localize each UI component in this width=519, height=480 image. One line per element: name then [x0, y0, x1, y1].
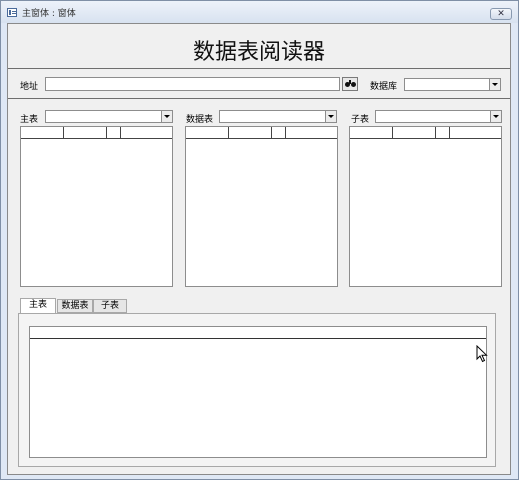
sub-table-select[interactable] [375, 110, 502, 123]
tab-data-table[interactable]: 数据表 [57, 299, 93, 313]
subform-grid[interactable] [29, 326, 487, 458]
chevron-down-icon[interactable] [489, 79, 500, 90]
title-bar: 主窗体 : 窗体 ✕ [1, 1, 518, 23]
form-icon [7, 8, 17, 17]
database-select[interactable] [404, 78, 501, 91]
form-window: 主窗体 : 窗体 ✕ 数据表阅读器 地址 数据库 主表 数据表 子表 主表 数据… [0, 0, 519, 480]
find-button[interactable] [342, 77, 358, 91]
tab-panel [18, 313, 496, 467]
main-table-list[interactable] [20, 126, 173, 287]
list-header [21, 127, 172, 139]
sub-table-label: 子表 [351, 115, 370, 125]
list-header [186, 127, 337, 139]
page-title: 数据表阅读器 [192, 40, 325, 65]
header-divider [8, 68, 510, 69]
chevron-down-icon[interactable] [161, 111, 172, 122]
main-table-select[interactable] [45, 110, 173, 123]
address-input[interactable] [45, 77, 340, 91]
subform-header [30, 327, 486, 339]
close-button[interactable]: ✕ [490, 8, 512, 20]
main-table-label: 主表 [20, 115, 39, 125]
mouse-pointer-icon [476, 345, 488, 363]
list-header [350, 127, 501, 139]
toolbar-divider [8, 98, 510, 99]
chevron-down-icon[interactable] [490, 111, 501, 122]
database-label: 数据库 [370, 82, 398, 92]
tab-sub-table[interactable]: 子表 [93, 299, 127, 313]
window-title: 主窗体 : 窗体 [22, 9, 76, 19]
form-body: 数据表阅读器 地址 数据库 主表 数据表 子表 主表 数据表 子表 [7, 23, 511, 475]
tab-main-table[interactable]: 主表 [20, 298, 56, 314]
data-table-select[interactable] [219, 110, 337, 123]
data-table-label: 数据表 [186, 115, 214, 125]
address-label: 地址 [20, 82, 39, 92]
sub-table-list[interactable] [349, 126, 502, 287]
data-table-list[interactable] [185, 126, 338, 287]
chevron-down-icon[interactable] [325, 111, 336, 122]
